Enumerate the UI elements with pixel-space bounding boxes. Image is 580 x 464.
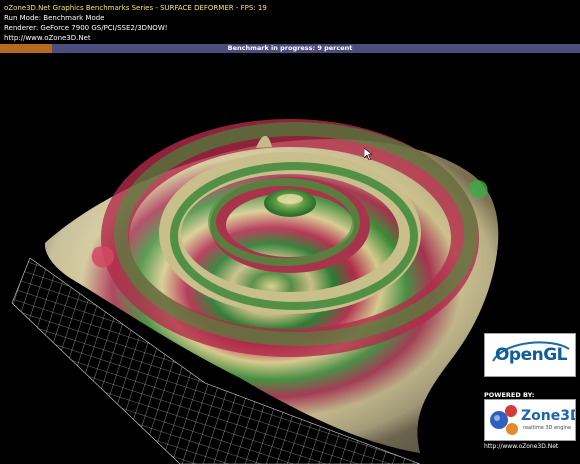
ozone3d-logo-text: Zone3D <box>521 408 576 424</box>
ozone3d-logo: Zone3D realtime 3D engine <box>484 399 576 441</box>
opengl-logo-text: OpenGL <box>494 345 568 365</box>
benchmark-viewport: oZone3D.Net Graphics Benchmarks Series -… <box>0 0 580 464</box>
ozone3d-tagline: realtime 3D engine <box>523 425 572 431</box>
hud-renderer: Renderer: GeForce 7900 GS/PCI/SSE2/3DNOW… <box>4 24 168 32</box>
progress-label: Benchmark in progress: 9 percent <box>227 44 353 52</box>
ozone3d-url: http://www.oZone3D.Net <box>484 443 559 450</box>
cursor-icon <box>364 148 372 160</box>
hud-run-mode: Run Mode: Benchmark Mode <box>4 14 105 22</box>
opengl-logo: OpenGL <box>484 333 576 377</box>
ozone3d-molecule-icon <box>490 405 518 435</box>
benchmark-progress-bar: Benchmark in progress: 9 percent <box>0 44 580 53</box>
hud-title: oZone3D.Net Graphics Benchmarks Series -… <box>4 4 267 12</box>
hud-url: http://www.oZone3D.Net <box>4 34 91 42</box>
powered-by-label: POWERED BY: <box>484 391 535 399</box>
